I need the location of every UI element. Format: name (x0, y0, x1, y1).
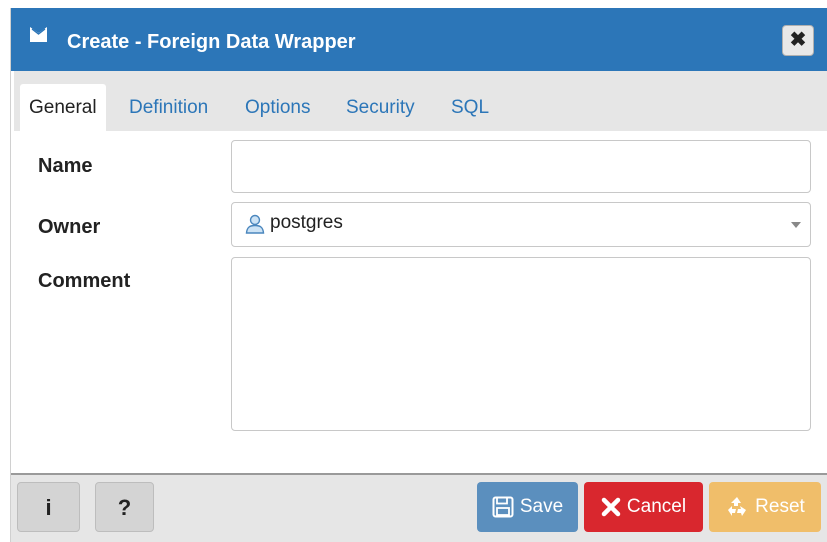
save-label: Save (519, 496, 564, 517)
save-icon (492, 496, 514, 518)
tab-sql[interactable]: SQL (451, 84, 489, 131)
reset-button[interactable]: Reset (709, 482, 821, 532)
close-icon (601, 497, 621, 517)
dialog-footer: i ? Save Cancel Reset (11, 473, 827, 542)
dialog-title: Create - Foreign Data Wrapper (67, 31, 356, 53)
comment-textarea[interactable] (231, 257, 811, 431)
create-fdw-dialog: Create - Foreign Data Wrapper ✖ General … (10, 8, 827, 542)
save-button[interactable]: Save (477, 482, 578, 532)
user-icon (245, 214, 265, 234)
chevron-down-icon[interactable] (791, 222, 801, 228)
help-button[interactable]: ? (95, 482, 154, 532)
name-label: Name (38, 155, 93, 177)
cancel-label: Cancel (626, 496, 687, 517)
foreign-data-wrapper-icon (30, 27, 47, 42)
tab-general[interactable]: General (20, 84, 106, 131)
comment-label: Comment (38, 270, 131, 292)
name-input[interactable] (231, 140, 811, 193)
owner-select[interactable]: postgres (231, 202, 811, 247)
tab-options[interactable]: Options (245, 84, 310, 131)
tab-definition[interactable]: Definition (129, 84, 208, 131)
dialog-titlebar[interactable]: Create - Foreign Data Wrapper ✖ (11, 8, 827, 71)
close-button[interactable]: ✖ (782, 25, 814, 56)
cancel-button[interactable]: Cancel (584, 482, 703, 532)
owner-value: postgres (270, 212, 343, 233)
info-button[interactable]: i (17, 482, 80, 532)
recycle-icon (728, 497, 747, 516)
owner-label: Owner (38, 216, 101, 238)
reset-label: Reset (755, 496, 805, 517)
tab-strip: General Definition Options Security SQL (14, 71, 827, 131)
tab-security[interactable]: Security (346, 84, 415, 131)
